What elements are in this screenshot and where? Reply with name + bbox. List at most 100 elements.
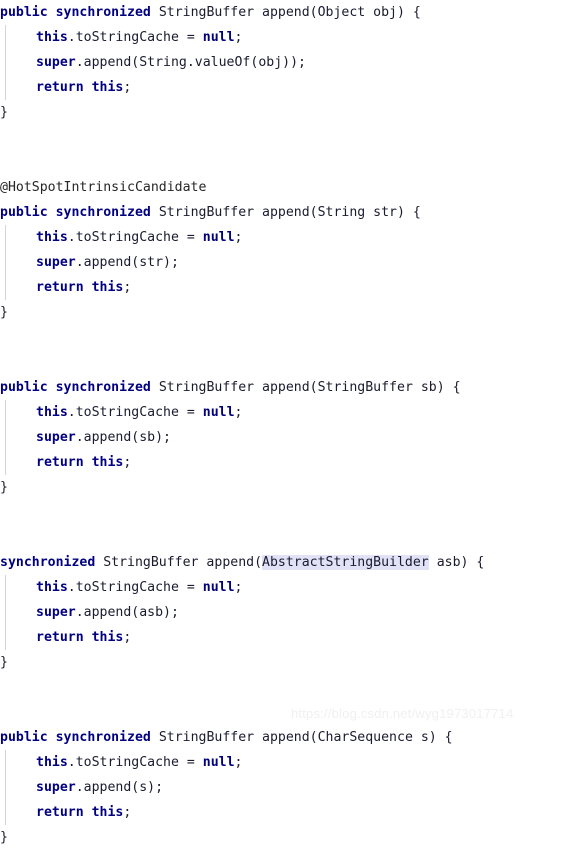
keyword-token: super: [36, 780, 76, 795]
code-token: asb) {: [428, 555, 485, 570]
code-line[interactable]: super.append(String.valueOf(obj));: [0, 50, 561, 75]
keyword-token: this: [91, 630, 124, 645]
keyword-token: null: [202, 230, 235, 245]
code-line[interactable]: return this;: [0, 625, 561, 650]
code-token: .toStringCache =: [67, 755, 203, 770]
code-line-blank[interactable]: [0, 325, 561, 350]
code-token: .append(asb);: [75, 605, 179, 620]
code-token: ;: [123, 80, 132, 95]
code-line[interactable]: }: [0, 650, 561, 675]
code-token: }: [0, 480, 8, 495]
code-line[interactable]: return this;: [0, 450, 561, 475]
keyword-token: super: [36, 430, 76, 445]
code-line[interactable]: public synchronized StringBuffer append(…: [0, 725, 561, 750]
keyword-token: return: [36, 805, 84, 820]
keyword-token: this: [36, 405, 68, 420]
code-token: .append(String.valueOf(obj));: [75, 55, 306, 70]
code-token: ;: [123, 630, 132, 645]
code-token: ;: [234, 405, 243, 420]
code-line[interactable]: this.toStringCache = null;: [0, 25, 561, 50]
code-line[interactable]: super.append(str);: [0, 250, 561, 275]
code-line[interactable]: public synchronized StringBuffer append(…: [0, 0, 561, 25]
code-line[interactable]: return this;: [0, 75, 561, 100]
keyword-token: synchronized: [55, 380, 151, 395]
keyword-token: this: [36, 755, 68, 770]
code-token: .append(sb);: [75, 430, 171, 445]
code-token: ;: [234, 755, 243, 770]
code-token: StringBuffer append(String str) {: [150, 205, 421, 220]
code-token: .append(str);: [75, 255, 179, 270]
code-token: .toStringCache =: [67, 230, 203, 245]
code-token: ;: [234, 580, 243, 595]
keyword-token: this: [91, 455, 124, 470]
code-line-blank[interactable]: [0, 150, 561, 175]
code-token: ;: [123, 805, 132, 820]
code-line[interactable]: super.append(sb);: [0, 425, 561, 450]
keyword-token: this: [91, 280, 124, 295]
code-line[interactable]: public synchronized StringBuffer append(…: [0, 375, 561, 400]
code-token: }: [0, 105, 8, 120]
code-line[interactable]: }: [0, 475, 561, 500]
code-line[interactable]: return this;: [0, 800, 561, 825]
code-token: StringBuffer append(Object obj) {: [150, 5, 421, 20]
code-token: ;: [234, 230, 243, 245]
keyword-token: super: [36, 55, 76, 70]
keyword-token: public: [0, 205, 48, 220]
keyword-token: public: [0, 380, 48, 395]
keyword-token: null: [202, 405, 235, 420]
code-block[interactable]: public synchronized StringBuffer append(…: [0, 0, 561, 850]
code-line-blank[interactable]: [0, 125, 561, 150]
keyword-token: this: [36, 30, 68, 45]
code-token: ;: [234, 30, 243, 45]
code-line[interactable]: super.append(asb);: [0, 600, 561, 625]
code-token: ;: [123, 280, 132, 295]
code-token: .toStringCache =: [67, 30, 203, 45]
keyword-token: return: [36, 455, 84, 470]
keyword-token: null: [202, 580, 235, 595]
code-line[interactable]: }: [0, 300, 561, 325]
keyword-token: this: [91, 805, 124, 820]
keyword-token: super: [36, 605, 76, 620]
annotation-token: @HotSpotIntrinsicCandidate: [0, 180, 207, 195]
code-token: .append(s);: [75, 780, 164, 795]
code-line-blank[interactable]: [0, 700, 561, 725]
code-token: }: [0, 830, 8, 845]
code-token: StringBuffer append(StringBuffer sb) {: [150, 380, 461, 395]
keyword-token: return: [36, 630, 84, 645]
keyword-token: super: [36, 255, 76, 270]
code-line[interactable]: }: [0, 825, 561, 850]
code-line[interactable]: super.append(s);: [0, 775, 561, 800]
keyword-token: public: [0, 730, 48, 745]
code-line-blank[interactable]: [0, 500, 561, 525]
code-token: StringBuffer append(CharSequence s) {: [150, 730, 453, 745]
keyword-token: null: [202, 755, 235, 770]
code-line[interactable]: this.toStringCache = null;: [0, 225, 561, 250]
keyword-token: null: [202, 30, 235, 45]
code-line[interactable]: @HotSpotIntrinsicCandidate: [0, 175, 561, 200]
code-line[interactable]: return this;: [0, 275, 561, 300]
code-line[interactable]: this.toStringCache = null;: [0, 400, 561, 425]
code-token: .toStringCache =: [67, 580, 203, 595]
code-token: ;: [123, 455, 132, 470]
code-line[interactable]: this.toStringCache = null;: [0, 750, 561, 775]
code-line[interactable]: this.toStringCache = null;: [0, 575, 561, 600]
code-editor-surface[interactable]: public synchronized StringBuffer append(…: [0, 0, 561, 845]
code-line[interactable]: }: [0, 100, 561, 125]
highlighted-token: AbstractStringBuilder: [262, 555, 429, 570]
keyword-token: synchronized: [55, 730, 151, 745]
code-line-blank[interactable]: [0, 525, 561, 550]
code-line[interactable]: public synchronized StringBuffer append(…: [0, 200, 561, 225]
code-line-blank[interactable]: [0, 350, 561, 375]
keyword-token: return: [36, 280, 84, 295]
code-line-blank[interactable]: [0, 675, 561, 700]
code-line[interactable]: synchronized StringBuffer append(Abstrac…: [0, 550, 561, 575]
keyword-token: return: [36, 80, 84, 95]
